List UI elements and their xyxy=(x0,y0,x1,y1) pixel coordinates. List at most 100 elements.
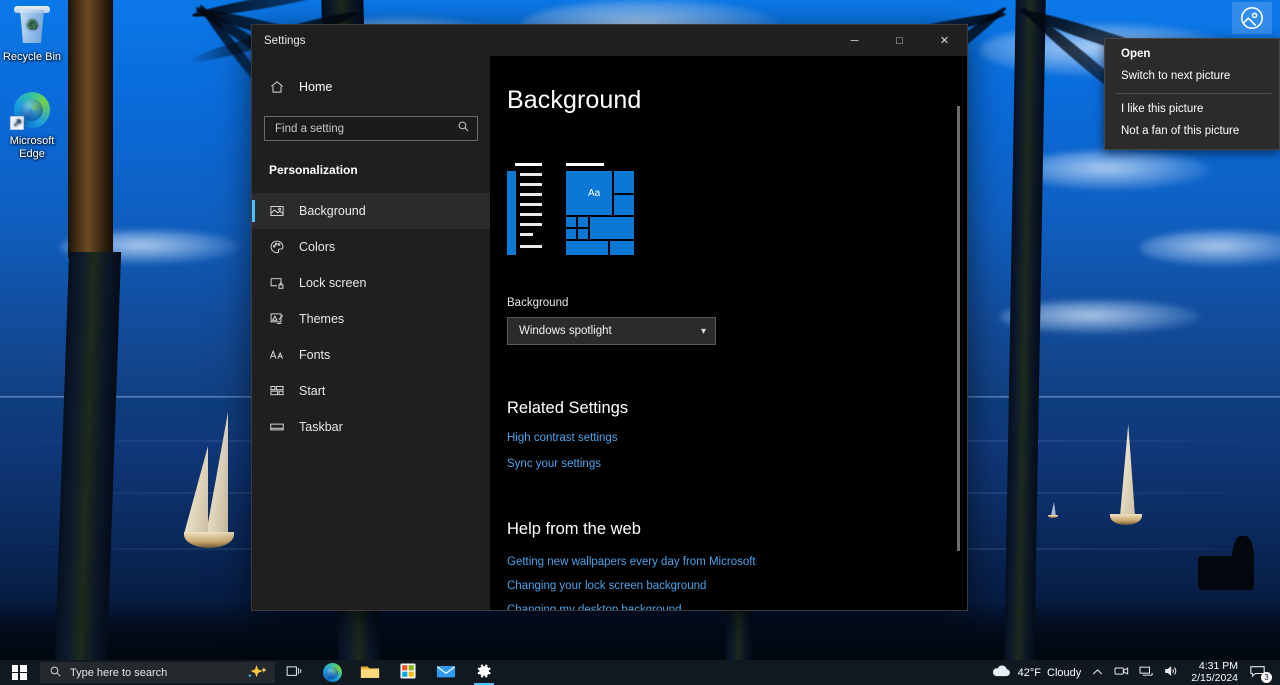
sailboat-large xyxy=(176,412,236,560)
sidebar-item-themes[interactable]: Themes xyxy=(252,301,490,337)
taskbar-icon xyxy=(269,419,285,435)
microsoft-store-icon xyxy=(399,662,417,683)
sidebar-item-label: Lock screen xyxy=(299,276,367,290)
sailboat-distant xyxy=(1048,502,1060,520)
palm-trunk-lit xyxy=(68,0,113,258)
cloud-icon xyxy=(990,664,1012,681)
sidebar-item-taskbar[interactable]: Taskbar xyxy=(252,409,490,445)
weather-temperature: 42°F xyxy=(1017,666,1042,679)
maximize-button[interactable]: □ xyxy=(877,25,922,56)
related-settings-heading: Related Settings xyxy=(507,399,629,417)
desktop-icon-microsoft-edge[interactable]: ↗ Microsoft Edge xyxy=(0,88,64,161)
preview-sample-text: Aa xyxy=(588,188,601,199)
settings-search-box[interactable] xyxy=(264,116,478,141)
search-icon xyxy=(457,120,470,138)
link-getting-new-wallpapers[interactable]: Getting new wallpapers every day from Mi… xyxy=(507,556,967,568)
mail-button[interactable] xyxy=(427,660,465,685)
start-button[interactable] xyxy=(0,660,38,685)
weather-condition: Cloudy xyxy=(1047,666,1082,679)
chair-silhouette xyxy=(1198,556,1244,590)
spotlight-context-menu[interactable]: Open Switch to next picture I like this … xyxy=(1104,38,1280,150)
clock-time: 4:31 PM xyxy=(1198,660,1238,672)
settings-sidebar: Home Personalization xyxy=(252,56,490,610)
minimize-button[interactable]: ─ xyxy=(832,25,877,56)
context-menu-item-not-fan-picture[interactable]: Not a fan of this picture xyxy=(1105,121,1279,143)
search-input[interactable] xyxy=(275,122,457,135)
related-settings-links: High contrast settings Sync your setting… xyxy=(507,432,967,470)
sidebar-nav-list: Background Colors Lock screen Themes Fon… xyxy=(252,193,490,445)
link-changing-desktop-background[interactable]: Changing my desktop background xyxy=(507,604,967,610)
background-dropdown[interactable]: Windows spotlight ▾ xyxy=(507,317,716,345)
sidebar-item-fonts[interactable]: Fonts xyxy=(252,337,490,373)
fonts-icon xyxy=(269,347,285,363)
help-from-web-heading: Help from the web xyxy=(507,520,641,538)
taskbar-search-placeholder: Type here to search xyxy=(70,666,168,679)
windows-spotlight-picture-icon[interactable] xyxy=(1232,2,1272,34)
settings-content-pane: Background Aa Background Windows spotlig… xyxy=(490,56,967,610)
window-titlebar[interactable]: Settings ─ □ ✕ xyxy=(252,25,967,56)
copilot-sparkle-icon[interactable] xyxy=(247,664,269,682)
file-explorer-button[interactable] xyxy=(351,660,389,685)
link-changing-lock-screen-background[interactable]: Changing your lock screen background xyxy=(507,580,967,592)
themes-brush-icon xyxy=(269,311,285,327)
sidebar-item-label: Taskbar xyxy=(299,420,343,434)
window-title: Settings xyxy=(264,34,306,47)
settings-window[interactable]: Settings ─ □ ✕ Home Find a setting Perso… xyxy=(252,25,967,610)
notifications-button[interactable]: 3 xyxy=(1245,660,1274,685)
weather-widget[interactable]: 42°F Cloudy xyxy=(985,660,1087,685)
clock-date: 2/15/2024 xyxy=(1191,671,1238,684)
volume-button[interactable] xyxy=(1159,660,1184,685)
sidebar-item-home[interactable]: Home xyxy=(252,72,490,102)
link-sync-your-settings[interactable]: Sync your settings xyxy=(507,458,967,470)
close-button[interactable]: ✕ xyxy=(922,25,967,56)
desktop-icon-label: Recycle Bin xyxy=(2,51,62,63)
link-high-contrast-settings[interactable]: High contrast settings xyxy=(507,432,967,444)
microsoft-edge-icon xyxy=(322,663,342,682)
lock-screen-icon xyxy=(269,275,285,291)
notification-count-badge: 3 xyxy=(1261,672,1272,683)
settings-button[interactable] xyxy=(465,660,503,685)
clock-widget[interactable]: 4:31 PM 2/15/2024 xyxy=(1184,660,1245,685)
settings-gear-icon xyxy=(475,662,493,683)
content-scrollbar[interactable] xyxy=(957,106,960,551)
sidebar-item-label: Colors xyxy=(299,240,336,254)
sidebar-item-colors[interactable]: Colors xyxy=(252,229,490,265)
sidebar-item-start[interactable]: Start xyxy=(252,373,490,409)
home-icon xyxy=(269,79,285,95)
theme-preview: Aa xyxy=(507,163,967,255)
shortcut-arrow-icon: ↗ xyxy=(10,116,24,130)
context-menu-separator xyxy=(1115,93,1271,94)
network-button[interactable] xyxy=(1134,660,1159,685)
sidebar-item-lock-screen[interactable]: Lock screen xyxy=(252,265,490,301)
show-hidden-icons-button[interactable] xyxy=(1086,660,1109,685)
background-picture-icon xyxy=(269,203,285,219)
task-view-button[interactable] xyxy=(275,660,313,685)
cloud xyxy=(1020,150,1210,190)
task-view-icon xyxy=(286,664,303,682)
context-menu-item-open[interactable]: Open xyxy=(1105,44,1279,66)
sidebar-item-label: Fonts xyxy=(299,348,331,362)
page-title: Background xyxy=(507,86,642,114)
microsoft-edge-button[interactable] xyxy=(313,660,351,685)
mail-icon xyxy=(436,664,456,682)
recycle-bin-icon: ♻ xyxy=(0,4,64,48)
chevron-down-icon: ▾ xyxy=(700,325,706,337)
background-field-label: Background xyxy=(507,297,569,309)
background-dropdown-value: Windows spotlight xyxy=(519,325,612,337)
microsoft-edge-icon: ↗ xyxy=(0,88,64,132)
sidebar-item-label: Home xyxy=(299,80,333,94)
desktop-icon-recycle-bin[interactable]: ♻ Recycle Bin xyxy=(0,4,64,64)
taskbar-search-box[interactable]: Type here to search xyxy=(40,662,275,683)
sidebar-item-label: Background xyxy=(299,204,366,218)
meet-now-button[interactable] xyxy=(1109,660,1134,685)
context-menu-item-like-picture[interactable]: I like this picture xyxy=(1105,99,1279,121)
search-icon xyxy=(49,665,62,681)
sidebar-item-label: Start xyxy=(299,384,326,398)
context-menu-item-switch-next-picture[interactable]: Switch to next picture xyxy=(1105,66,1279,88)
microsoft-store-button[interactable] xyxy=(389,660,427,685)
volume-icon xyxy=(1164,665,1179,680)
sidebar-item-label: Themes xyxy=(299,312,345,326)
show-desktop-button[interactable] xyxy=(1274,660,1280,685)
windows-start-icon xyxy=(11,665,27,680)
sidebar-item-background[interactable]: Background xyxy=(252,193,490,229)
